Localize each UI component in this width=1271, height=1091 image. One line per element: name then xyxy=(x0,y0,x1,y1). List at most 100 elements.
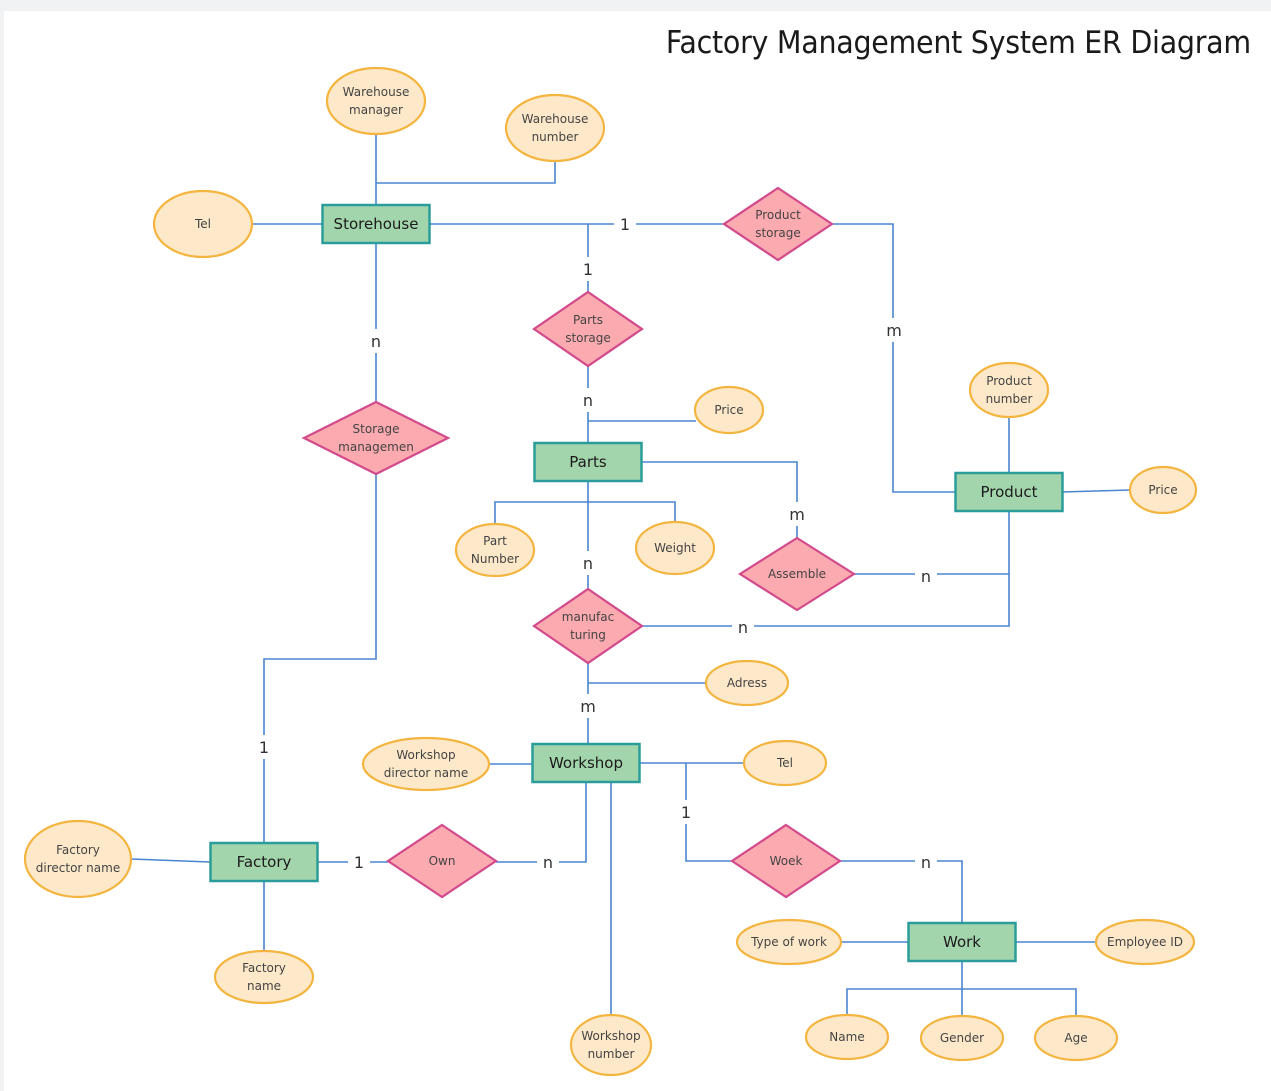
cardinality-label: 1 xyxy=(681,803,691,822)
relationship-product-storage[interactable]: Product storage xyxy=(722,186,834,262)
shape-label: Product xyxy=(986,374,1032,388)
attribute-product-price[interactable]: Price xyxy=(1128,465,1198,515)
cardinality-label: n xyxy=(583,391,593,410)
attribute-ellipse xyxy=(23,819,133,899)
entity-storehouse[interactable]: Storehouse xyxy=(321,203,431,245)
cardinality-parts-storage-0: 1 xyxy=(577,257,599,281)
attribute-wh-manager[interactable]: Warehouse manager xyxy=(325,66,427,136)
entity-label: Workshop xyxy=(549,754,623,772)
shape-label: Workshop xyxy=(396,748,455,762)
relationship-manufacturing[interactable]: manufac turing xyxy=(532,587,644,665)
cardinality-label: m xyxy=(580,697,596,716)
cardinality-own-0: 1 xyxy=(348,850,370,874)
attribute-part-number[interactable]: Part Number xyxy=(454,522,536,578)
cardinality-manufacturing-1: m xyxy=(577,694,599,718)
shape-label: storage xyxy=(565,331,611,345)
cardinality-label: n xyxy=(583,554,593,573)
attribute-factory-director[interactable]: Factory director name xyxy=(23,819,133,899)
relationship-diamond xyxy=(532,587,644,665)
shape-label: Weight xyxy=(654,541,696,555)
er-diagram: Storehouse Parts Product Workshop Factory Wor… xyxy=(23,66,1198,1077)
shape-label: turing xyxy=(570,628,606,642)
shape-label: Tel xyxy=(194,217,211,231)
shape-label: Parts xyxy=(573,313,603,327)
entity-label: Work xyxy=(943,933,981,951)
attribute-ellipse xyxy=(504,93,606,163)
entity-label: Product xyxy=(981,483,1038,501)
shape-label: Number xyxy=(471,552,519,566)
connector-product-price xyxy=(1061,489,1131,493)
entity-factory[interactable]: Factory xyxy=(209,841,319,883)
attribute-employee-id[interactable]: Employee ID xyxy=(1094,918,1196,966)
cardinality-label: 1 xyxy=(354,853,364,872)
relationship-diamond xyxy=(301,400,451,476)
connector-woek-work xyxy=(840,860,963,923)
cardinality-label: n xyxy=(371,332,381,351)
attribute-parts-price[interactable]: Price xyxy=(693,385,765,435)
attribute-ellipse xyxy=(569,1013,653,1077)
cardinality-label: n xyxy=(543,853,553,872)
shape-label: Age xyxy=(1064,1031,1087,1045)
cardinality-manufacturing-2: n xyxy=(732,615,754,639)
attribute-workshop-number[interactable]: Workshop number xyxy=(569,1013,653,1077)
attribute-ellipse xyxy=(454,522,536,578)
attribute-weight[interactable]: Weight xyxy=(634,520,716,576)
cardinality-label: 1 xyxy=(620,215,630,234)
attribute-workshop-director[interactable]: Workshop director name xyxy=(361,736,491,792)
diagram-canvas: Factory Management System ER Diagram Sto… xyxy=(4,11,1271,1091)
shape-label: Factory xyxy=(242,961,286,975)
attribute-name[interactable]: Name xyxy=(804,1013,890,1061)
attribute-ellipse xyxy=(213,949,315,1005)
attribute-product-number[interactable]: Product number xyxy=(968,361,1050,419)
shape-label: Woek xyxy=(770,854,803,868)
shape-label: Storage xyxy=(353,422,400,436)
shape-label: Part xyxy=(483,534,507,548)
shape-label: Type of work xyxy=(750,935,827,949)
cardinality-assemble-1: n xyxy=(915,564,937,588)
attribute-gender[interactable]: Gender xyxy=(919,1014,1005,1062)
connector-product-storage-product xyxy=(832,223,955,493)
attribute-type-of-work[interactable]: Type of work xyxy=(735,918,843,966)
entity-parts[interactable]: Parts xyxy=(533,441,643,483)
attribute-adress[interactable]: Adress xyxy=(704,659,790,707)
cardinality-parts-storage-1: n xyxy=(577,388,599,412)
attribute-factory-name[interactable]: Factory name xyxy=(213,949,315,1005)
relationship-storage-management[interactable]: Storage managemen xyxy=(301,400,451,476)
shape-label: Own xyxy=(429,854,456,868)
connector-factory-director xyxy=(130,858,211,863)
shape-label: Tel xyxy=(776,756,793,770)
relationship-parts-storage[interactable]: Parts storage xyxy=(532,290,644,368)
entity-workshop[interactable]: Workshop xyxy=(531,742,641,784)
cardinality-woek-1: n xyxy=(915,850,937,874)
shape-label: manager xyxy=(349,103,403,117)
shape-label: Price xyxy=(1148,483,1177,497)
attribute-age[interactable]: Age xyxy=(1033,1014,1119,1062)
shape-label: director name xyxy=(384,766,468,780)
cardinality-label: m xyxy=(886,321,902,340)
relationship-diamond xyxy=(532,290,644,368)
attribute-storehouse-tel[interactable]: Tel xyxy=(152,189,254,259)
entity-work[interactable]: Work xyxy=(907,921,1017,963)
entity-product[interactable]: Product xyxy=(954,471,1064,513)
shape-label: Factory xyxy=(56,843,100,857)
cardinality-storage-management-0: n xyxy=(365,329,387,353)
attribute-workshop-tel[interactable]: Tel xyxy=(742,739,828,787)
shape-label: Workshop xyxy=(581,1029,640,1043)
attribute-wh-number[interactable]: Warehouse number xyxy=(504,93,606,163)
entity-label: Storehouse xyxy=(334,215,419,233)
diagram-root: Storehouse Parts Product Workshop Factory Wor… xyxy=(23,66,1198,1077)
relationship-own[interactable]: Own xyxy=(386,823,498,899)
relationship-woek[interactable]: Woek xyxy=(730,823,842,899)
cardinality-label: m xyxy=(789,505,805,524)
cardinality-woek-0: 1 xyxy=(675,800,697,824)
cardinality-label: n xyxy=(738,618,748,637)
shape-label: Assemble xyxy=(768,567,826,581)
shape-label: Warehouse xyxy=(343,85,410,99)
relationship-assemble[interactable]: Assemble xyxy=(737,536,857,612)
attribute-ellipse xyxy=(361,736,491,792)
cardinality-label: 1 xyxy=(583,260,593,279)
connectors xyxy=(130,134,1131,1016)
cardinality-label: 1 xyxy=(259,738,269,757)
shape-label: storage xyxy=(755,226,801,240)
shape-label: managemen xyxy=(338,440,414,454)
